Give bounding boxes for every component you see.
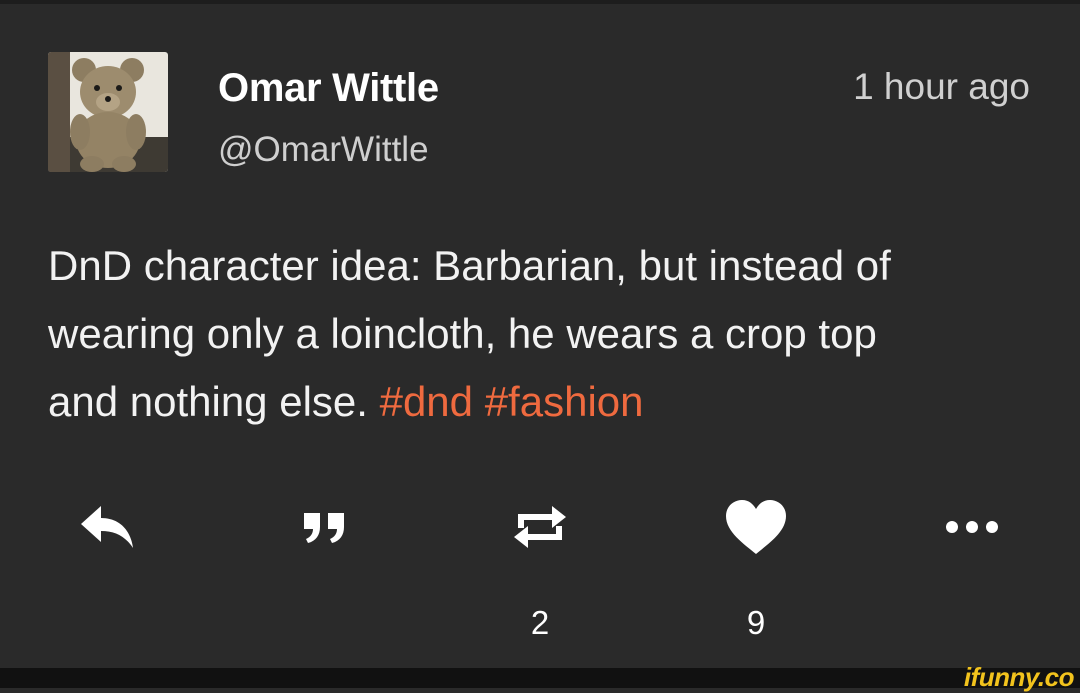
footer-bar (0, 668, 1080, 688)
more-options-button[interactable] (942, 492, 1002, 562)
quote-icon (304, 513, 344, 543)
like-button[interactable] (724, 492, 788, 562)
like-count: 9 (746, 604, 766, 641)
retweet-icon (514, 506, 566, 548)
ellipsis-icon (946, 521, 998, 533)
avatar[interactable] (48, 52, 168, 172)
display-name[interactable]: Omar Wittle (218, 66, 439, 111)
heart-icon (726, 500, 786, 554)
engagement-counts: 2 9 (0, 604, 1080, 654)
retweet-button[interactable] (508, 492, 572, 562)
hashtag-dnd[interactable]: #dnd (380, 378, 473, 425)
hashtag-fashion[interactable]: #fashion (485, 378, 644, 425)
teddy-bear-avatar-image (48, 52, 168, 172)
quote-button[interactable] (295, 492, 355, 562)
reply-button[interactable] (78, 492, 138, 562)
tweet-text-line: DnD character idea: Barbarian, but inste… (48, 242, 891, 289)
action-bar (0, 492, 1080, 562)
tweet-card: Omar Wittle @OmarWittle 1 hour ago DnD c… (0, 4, 1080, 668)
user-handle[interactable]: @OmarWittle (218, 130, 429, 170)
tweet-text-line: wearing only a loincloth, he wears a cro… (48, 310, 877, 357)
text-space (473, 378, 485, 425)
tweet-text-line: and nothing else. (48, 378, 380, 425)
tweet-text: DnD character idea: Barbarian, but inste… (48, 232, 1038, 436)
reply-arrow-icon (81, 506, 133, 548)
timestamp: 1 hour ago (853, 66, 1030, 107)
ifunny-watermark: ifunny.co (963, 662, 1075, 692)
retweet-count: 2 (530, 604, 550, 641)
